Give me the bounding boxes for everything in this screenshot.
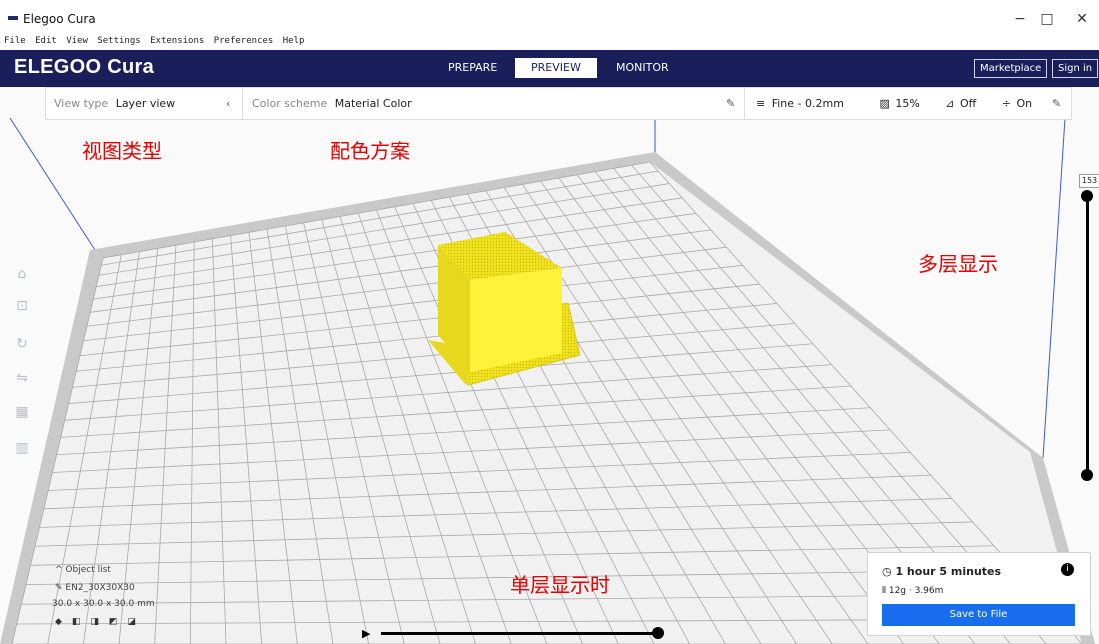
layer-slider-top-handle[interactable] <box>1081 190 1093 202</box>
pencil-icon[interactable]: ✎ <box>726 88 735 119</box>
annotation-multi-layer: 多层显示 <box>918 252 998 276</box>
support-value: Off <box>960 97 977 110</box>
path-slider-handle[interactable] <box>652 627 664 639</box>
marketplace-button[interactable]: Marketplace <box>974 59 1048 78</box>
view-toolbar: View type Layer view ‹ Color scheme Mate… <box>45 87 1072 120</box>
color-scheme-selector[interactable]: Color scheme Material Color <box>252 88 412 119</box>
material-row: ⦀ 12g · 3.96m <box>882 586 944 596</box>
view-type-label: View type <box>54 97 109 110</box>
print-time-row: ◷ 1 hour 5 minutes <box>882 565 1002 578</box>
rotate-icon[interactable]: ↻ <box>9 330 35 358</box>
view-type-selector[interactable]: View type Layer view <box>54 88 175 119</box>
clock-icon: ◷ <box>882 565 892 578</box>
menu-settings[interactable]: Settings <box>97 36 140 46</box>
annotation-color-scheme: 配色方案 <box>330 139 410 163</box>
path-slider-track <box>381 632 659 635</box>
adhesion-value: On <box>1016 97 1033 110</box>
play-icon[interactable]: ▶ <box>362 627 370 640</box>
collapse-chevron-icon[interactable]: ‹ <box>226 88 230 119</box>
window-title: Elegoo Cura <box>23 12 96 26</box>
minimize-button[interactable]: − <box>1005 6 1035 32</box>
chevron-up-icon: ^ <box>55 565 63 575</box>
move-icon[interactable]: ⌂ <box>9 260 35 288</box>
layer-slider-track <box>1086 196 1089 476</box>
sign-in-button[interactable]: Sign in <box>1052 59 1099 78</box>
menu-preferences[interactable]: Preferences <box>214 36 274 46</box>
print-settings-selector[interactable]: ≡ Fine - 0.2mm ▨ 15% ⊿ Off ÷ On <box>756 88 1032 119</box>
view-type-value: Layer view <box>115 97 176 110</box>
infill-value: 15% <box>895 97 920 110</box>
tab-prepare[interactable]: PREPARE <box>432 58 513 78</box>
menu-help[interactable]: Help <box>283 36 305 46</box>
spool-icon: ⦀ <box>882 586 886 596</box>
app-logo: ELEGOO Cura <box>14 56 154 78</box>
layer-slider-bottom-handle[interactable] <box>1081 469 1093 481</box>
support-icon: ⊿ <box>945 97 955 110</box>
scale-icon[interactable]: ⊡ <box>9 292 35 320</box>
object-list-toggle[interactable]: ^ Object list <box>55 565 155 575</box>
object-dimensions: 30.0 x 30.0 x 30.0 mm <box>52 599 155 609</box>
settings-pencil-icon[interactable]: ✎ <box>1052 88 1061 119</box>
object-panel: ^ Object list ✎ EN2_30X30X30 30.0 x 30.0… <box>52 565 155 627</box>
support-blocker-icon[interactable]: ▥ <box>9 434 35 462</box>
close-button[interactable]: ✕ <box>1067 6 1097 32</box>
menu-view[interactable]: View <box>66 36 88 46</box>
menu-bar: File Edit View Settings Extensions Prefe… <box>0 36 1099 50</box>
tab-preview[interactable]: PREVIEW <box>515 58 597 78</box>
color-scheme-value: Material Color <box>334 97 412 110</box>
quality-icon: ≡ <box>756 97 766 110</box>
pencil-icon: ✎ <box>55 583 63 593</box>
quality-value: Fine - 0.2mm <box>771 97 844 110</box>
app-icon <box>8 16 18 20</box>
mirror-icon[interactable]: ⇋ <box>9 364 35 392</box>
object-name-row[interactable]: ✎ EN2_30X30X30 <box>55 583 155 593</box>
menu-extensions[interactable]: Extensions <box>150 36 204 46</box>
annotation-single-layer: 单层显示时 <box>510 573 610 597</box>
camera-view-icons[interactable]: ◆◧◨◩◪ <box>55 617 155 627</box>
per-model-settings-icon[interactable]: ▦ <box>9 398 35 426</box>
adhesion-icon: ÷ <box>1001 97 1011 110</box>
window-titlebar: Elegoo Cura − □ ✕ <box>0 0 1099 36</box>
menu-edit[interactable]: Edit <box>35 36 57 46</box>
infill-icon: ▨ <box>879 97 890 110</box>
color-scheme-label: Color scheme <box>252 97 328 110</box>
layer-top-value[interactable]: 153 <box>1079 174 1099 188</box>
print-info-panel: ◷ 1 hour 5 minutes i ⦀ 12g · 3.96m Save … <box>867 552 1091 636</box>
info-icon[interactable]: i <box>1061 563 1074 576</box>
app-header: ELEGOO Cura PREPARE PREVIEW MONITOR Mark… <box>0 50 1099 87</box>
menu-file[interactable]: File <box>4 36 26 46</box>
annotation-view-type: 视图类型 <box>82 139 162 163</box>
maximize-button[interactable]: □ <box>1032 6 1062 32</box>
save-to-file-button[interactable]: Save to File <box>882 604 1075 626</box>
tab-monitor[interactable]: MONITOR <box>600 58 685 78</box>
